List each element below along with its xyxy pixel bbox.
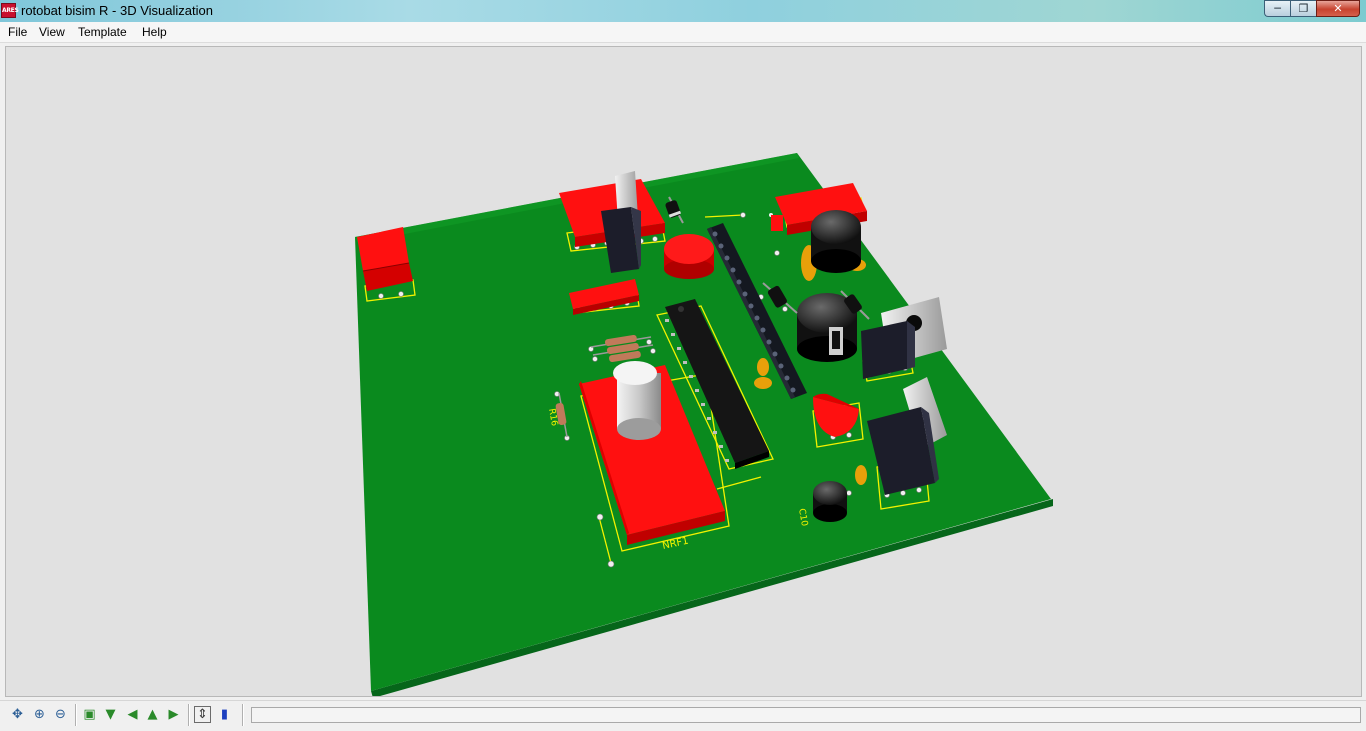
menu-template[interactable]: Template <box>78 25 127 40</box>
red-smd <box>771 215 783 231</box>
view-right-icon[interactable]: ▶ <box>165 706 182 723</box>
app-icon-text: ARES <box>2 7 19 14</box>
toolbar-separator <box>75 704 77 726</box>
menu-bar: File View Template Help <box>0 22 1366 43</box>
maximize-button[interactable]: ❐ <box>1290 0 1316 17</box>
zoom-in-icon[interactable]: ⊕ <box>31 706 48 723</box>
window-title: rotobat bisim R - 3D Visualization <box>21 3 213 18</box>
minimize-button[interactable]: ─ <box>1264 0 1290 17</box>
zoom-out-icon[interactable]: ⊖ <box>52 706 69 723</box>
view-left-icon[interactable]: ◀ <box>124 706 141 723</box>
pan-icon[interactable]: ✥ <box>9 706 26 723</box>
toolbar-separator <box>188 704 190 726</box>
menu-help[interactable]: Help <box>142 25 167 40</box>
status-field <box>251 707 1361 723</box>
pcb-board <box>355 153 1053 696</box>
board-height-icon[interactable]: ⇕ <box>194 706 211 723</box>
menu-view[interactable]: View <box>39 25 65 40</box>
menu-file[interactable]: File <box>8 25 27 40</box>
board-only-icon[interactable]: ▮ <box>216 706 233 723</box>
app-icon[interactable]: ARES <box>1 3 19 18</box>
pcb-3d-render[interactable]: NRF1 C10 R16 <box>5 46 1362 697</box>
close-button[interactable]: ✕ <box>1316 0 1360 17</box>
view-back-icon[interactable]: ▲ <box>144 706 161 723</box>
view-top-icon[interactable]: ▣ <box>81 706 98 723</box>
title-bar[interactable]: ARES rotobat bisim R - 3D Visualization … <box>0 0 1366 22</box>
pcb-top <box>355 153 1051 691</box>
view-toolbar: ✥ ⊕ ⊖ ▣ ▼ ◀ ▲ ▶ ⇕ ▮ <box>0 700 1366 731</box>
window-controls: ─ ❐ ✕ <box>1264 0 1360 18</box>
toolbar-separator <box>242 704 244 726</box>
buzzer <box>664 234 714 279</box>
crystal <box>613 361 661 440</box>
3d-viewport[interactable]: NRF1 C10 R16 <box>5 46 1362 697</box>
view-front-icon[interactable]: ▼ <box>102 706 119 723</box>
